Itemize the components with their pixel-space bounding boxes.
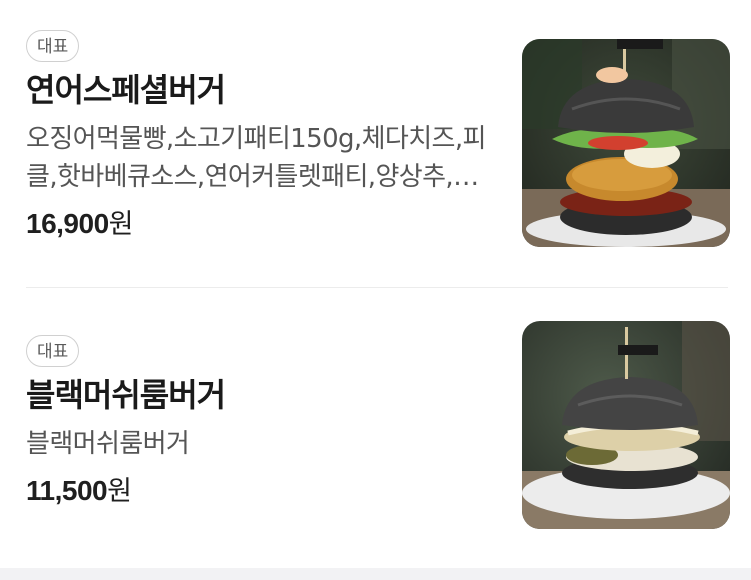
- menu-item-name: 연어스페셜버거: [26, 71, 226, 109]
- menu-item-description: 오징어먹물빵,소고기패티150g,체다치즈,피클,핫바베큐소스,연어커틀렛패티,…: [26, 124, 486, 192]
- menu-item-text: 대표 연어스페셜버거 오징어먹물빵,소고기패티150g,체다치즈,피클,핫바베큐…: [26, 30, 491, 243]
- price-currency: 원: [107, 476, 132, 507]
- burger-photo-image: [522, 321, 730, 529]
- menu-item[interactable]: 대표 블랙머쉬룸버거 블랙머쉬룸버거 11,500원: [0, 289, 751, 567]
- menu-item-price: 16,900원: [26, 206, 491, 243]
- menu-item-price: 11,500원: [26, 473, 491, 510]
- price-value: 11,500: [26, 475, 108, 506]
- menu-item[interactable]: 대표 연어스페셜버거 오징어먹물빵,소고기패티150g,체다치즈,피클,핫바베큐…: [0, 0, 751, 287]
- menu-item-photo[interactable]: [522, 39, 730, 247]
- menu-item-text: 대표 블랙머쉬룸버거 블랙머쉬룸버거 11,500원: [26, 335, 491, 510]
- menu-item-description: 블랙머쉬룸버거: [26, 429, 190, 459]
- item-divider: [26, 287, 728, 288]
- section-bottom-bar: [0, 568, 751, 580]
- price-value: 16,900: [26, 208, 109, 239]
- signature-badge: 대표: [26, 30, 80, 62]
- menu-item-name: 블랙머쉬룸버거: [26, 376, 226, 414]
- signature-badge: 대표: [26, 335, 80, 367]
- menu-item-photo[interactable]: [522, 321, 730, 529]
- price-currency: 원: [108, 209, 134, 240]
- burger-photo-image: [522, 39, 730, 247]
